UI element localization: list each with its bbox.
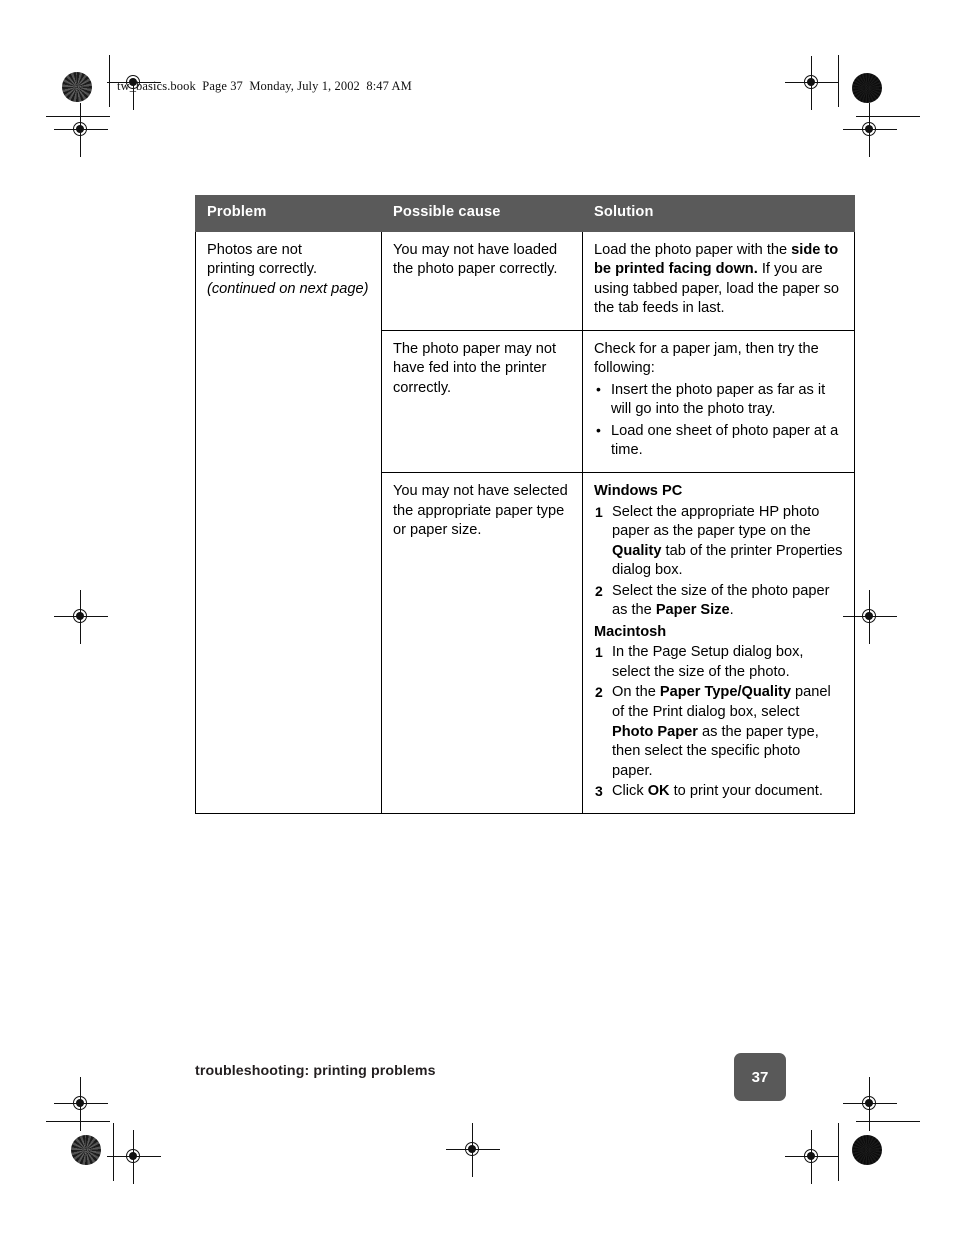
halftone-color-patch-top-right bbox=[852, 73, 882, 103]
solution-paragraph: Load the photo paper with the side to be… bbox=[594, 241, 843, 319]
step-item: Click OK to print your document. bbox=[594, 782, 843, 802]
emphasis-text: Paper Size bbox=[655, 602, 730, 619]
registration-mark-right-upper bbox=[843, 103, 897, 157]
registration-mark-bottom-right bbox=[785, 1130, 839, 1184]
halftone-color-patch-bottom-right bbox=[852, 1135, 882, 1165]
macintosh-steps: In the Page Setup dialog box, select the… bbox=[594, 643, 843, 801]
registration-mark-bottom-left bbox=[107, 1130, 161, 1184]
problem-continued-note: (continued on next page) bbox=[207, 280, 369, 297]
solution-cell-3: Windows PC Select the appropriate HP pho… bbox=[582, 472, 855, 814]
registration-mark-right-lower bbox=[843, 1077, 897, 1131]
column-header-problem: Problem bbox=[195, 195, 382, 232]
emphasis-text: Quality bbox=[612, 542, 662, 559]
emphasis-text: OK bbox=[647, 783, 670, 800]
solution-cell-1: Load the photo paper with the side to be… bbox=[582, 230, 855, 331]
column-header-solution: Solution bbox=[582, 195, 855, 232]
table-header-row: Problem Possible cause Solution bbox=[195, 195, 855, 232]
step-item: Select the size of the photo paper as th… bbox=[594, 582, 843, 621]
emphasis-text: Paper Type/Quality bbox=[659, 684, 791, 701]
trim-line-bottom-left bbox=[46, 1121, 110, 1123]
registration-mark-bottom-center bbox=[446, 1123, 500, 1177]
table-row: Photos are not printing correctly. (cont… bbox=[195, 230, 855, 814]
body-text: to print your document. bbox=[669, 783, 823, 800]
footer-rule-right bbox=[838, 1123, 840, 1181]
cause-cell-2: The photo paper may not have fed into th… bbox=[381, 329, 583, 474]
page-number-badge: 37 bbox=[734, 1053, 786, 1101]
registration-mark-right-middle bbox=[843, 590, 897, 644]
emphasis-text: Photo Paper bbox=[612, 723, 698, 740]
body-text: In the Page Setup dialog box, select the… bbox=[612, 644, 804, 680]
list-item: Insert the photo paper as far as it will… bbox=[594, 380, 843, 420]
body-text: On the bbox=[612, 684, 660, 701]
running-header: tw_basics.book Page 37 Monday, July 1, 2… bbox=[117, 79, 412, 93]
step-item: In the Page Setup dialog box, select the… bbox=[594, 643, 843, 682]
windows-pc-heading: Windows PC bbox=[594, 483, 683, 500]
registration-mark-left-middle bbox=[54, 590, 108, 644]
step-item: Select the appropriate HP photo paper as… bbox=[594, 503, 843, 581]
footer-section-label: troubleshooting: printing problems bbox=[195, 1063, 436, 1079]
list-item: Load one sheet of photo paper at a time. bbox=[594, 421, 843, 461]
solution-bullet-list: Insert the photo paper as far as it will… bbox=[594, 380, 843, 461]
registration-mark-left-upper bbox=[54, 103, 108, 157]
cause-cell-1: You may not have loaded the photo paper … bbox=[381, 230, 583, 331]
windows-pc-steps: Select the appropriate HP photo paper as… bbox=[594, 503, 843, 621]
body-text: Load the photo paper with the bbox=[594, 241, 792, 258]
header-rule-left bbox=[109, 55, 111, 107]
body-text: Select the appropriate HP photo paper as… bbox=[612, 503, 820, 540]
problem-line-1: Photos are not bbox=[207, 241, 302, 258]
problem-line-2: printing correctly. bbox=[207, 261, 318, 278]
cause-cell-3: You may not have selected the appropriat… bbox=[381, 472, 583, 814]
body-text: Click bbox=[612, 783, 648, 800]
trim-line-bottom-right bbox=[856, 1121, 920, 1123]
problem-cell: Photos are not printing correctly. (cont… bbox=[195, 230, 382, 814]
solution-intro: Check for a paper jam, then try the foll… bbox=[594, 340, 819, 377]
body-text: . bbox=[729, 602, 734, 619]
macintosh-heading: Macintosh bbox=[594, 623, 667, 640]
halftone-color-patch-bottom-left bbox=[71, 1135, 101, 1165]
troubleshooting-table: Problem Possible cause Solution Photos a… bbox=[195, 195, 855, 814]
registration-mark-top-right bbox=[785, 56, 839, 110]
column-header-possible-cause: Possible cause bbox=[381, 195, 583, 232]
footer-rule-left bbox=[113, 1123, 115, 1181]
step-item: On the Paper Type/Quality panel of the P… bbox=[594, 683, 843, 781]
registration-mark-left-lower bbox=[54, 1077, 108, 1131]
header-rule-right bbox=[838, 55, 840, 107]
halftone-color-patch-top-left bbox=[62, 72, 92, 102]
solution-cell-2: Check for a paper jam, then try the foll… bbox=[582, 329, 855, 474]
